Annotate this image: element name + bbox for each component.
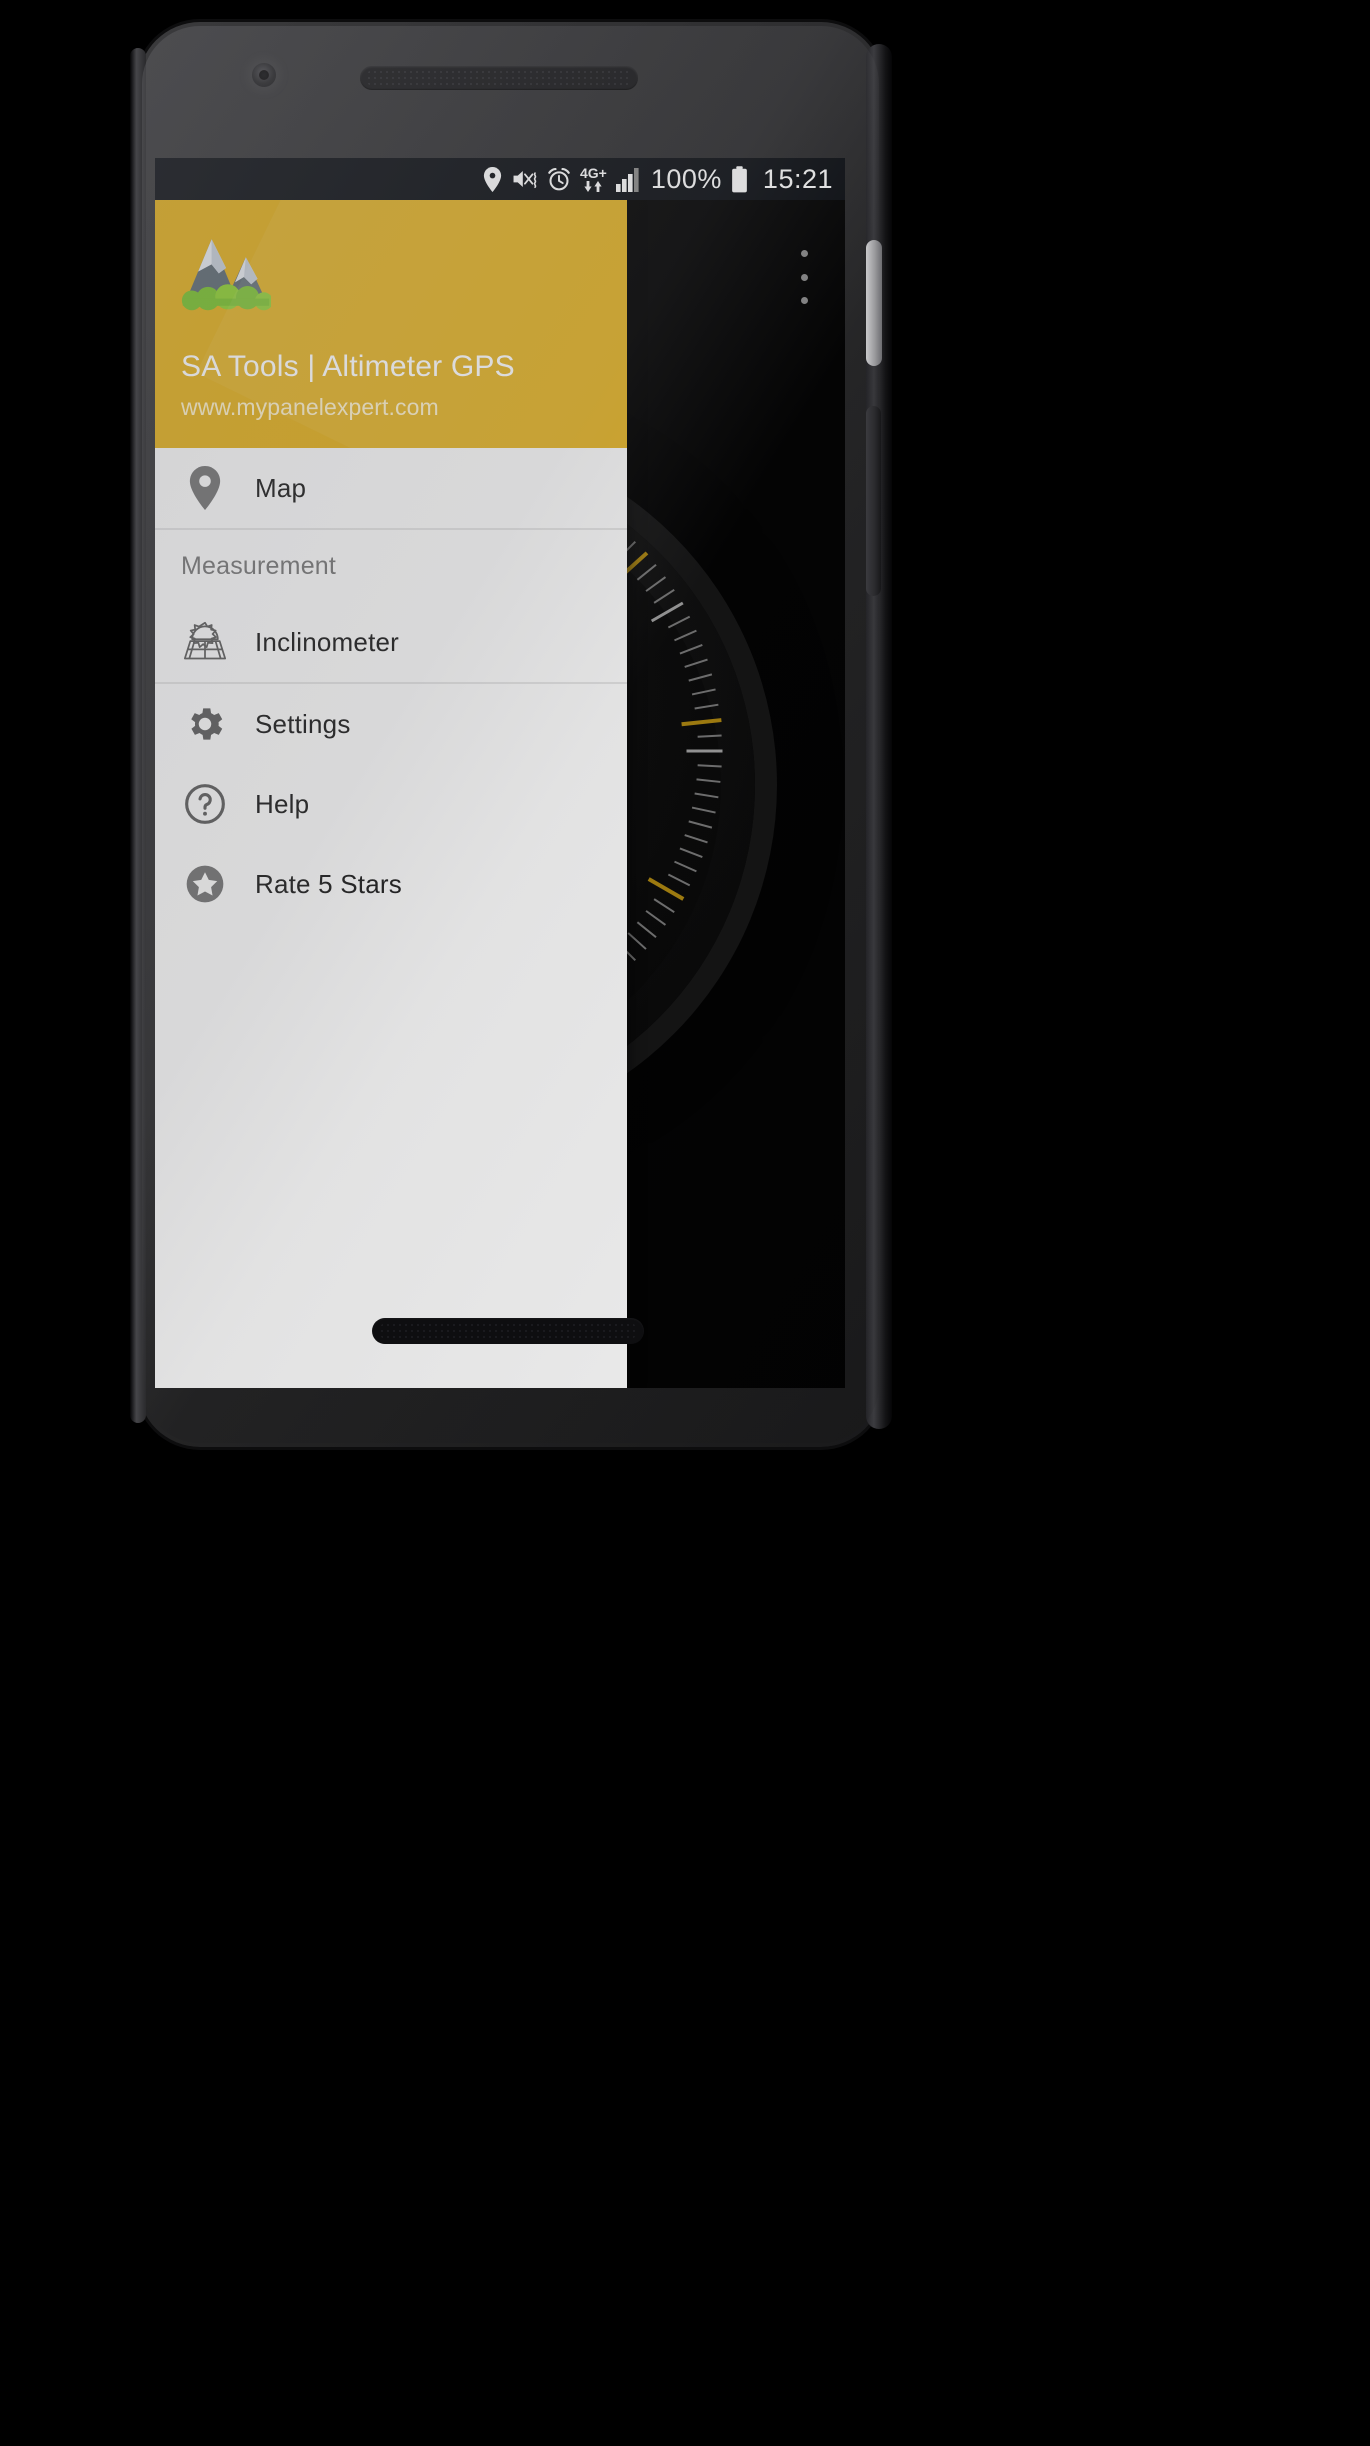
sidebar-item-label: Help (255, 788, 310, 819)
volume-button[interactable] (866, 406, 881, 596)
clock-label: 15:21 (762, 163, 833, 194)
phone-screen: 200 300 4 1.432 (155, 158, 845, 1388)
alarm-clock-icon (547, 167, 571, 192)
sidebar-item-settings[interactable]: Settings (155, 684, 627, 764)
bottom-speaker (372, 1318, 644, 1344)
mobile-data-icon: 4G+ (580, 166, 607, 192)
app-url: www.mypanelexpert.com (181, 394, 439, 420)
question-circle-icon (155, 782, 255, 826)
location-pin-icon (483, 166, 502, 192)
sidebar-item-label: Rate 5 Stars (255, 868, 402, 899)
volume-mute-vibrate-icon (511, 167, 538, 191)
drawer-header: SA Tools | Altimeter GPS www.mypanelexpe… (155, 200, 627, 448)
navigation-drawer: SA Tools | Altimeter GPS www.mypanelexpe… (155, 200, 627, 1388)
status-bar: 4G+ 100% 15:21 (155, 158, 845, 200)
gear-icon (155, 702, 255, 746)
mountain-logo (181, 239, 271, 311)
power-button[interactable] (866, 240, 882, 366)
sidebar-item-label: Inclinometer (255, 626, 400, 657)
sidebar-item-label: Settings (255, 708, 351, 739)
phone-left-edge (130, 48, 146, 1423)
front-camera (252, 63, 276, 87)
sidebar-item-rate-5-stars[interactable]: Rate 5 Stars (155, 844, 627, 924)
nav-subheader-measurement: Measurement (181, 551, 337, 580)
star-circle-icon (155, 862, 255, 906)
app-title: SA Tools | Altimeter GPS (181, 350, 515, 383)
battery-icon (731, 165, 748, 193)
battery-percent-label: 100% (650, 163, 722, 194)
sidebar-item-inclinometer[interactable]: Inclinometer (155, 602, 627, 682)
screenshot-root: 200 300 4 1.432 (0, 0, 1370, 2446)
earpiece-speaker (360, 66, 638, 90)
sidebar-item-help[interactable]: Help (155, 764, 627, 844)
sidebar-item-label: Map (255, 472, 307, 503)
solar-panel-icon (155, 620, 255, 664)
phone-device: 200 300 4 1.432 (60, 8, 892, 1448)
location-pin-icon (155, 466, 255, 510)
signal-bars-icon (615, 167, 642, 192)
sidebar-item-map[interactable]: Map (155, 448, 627, 528)
